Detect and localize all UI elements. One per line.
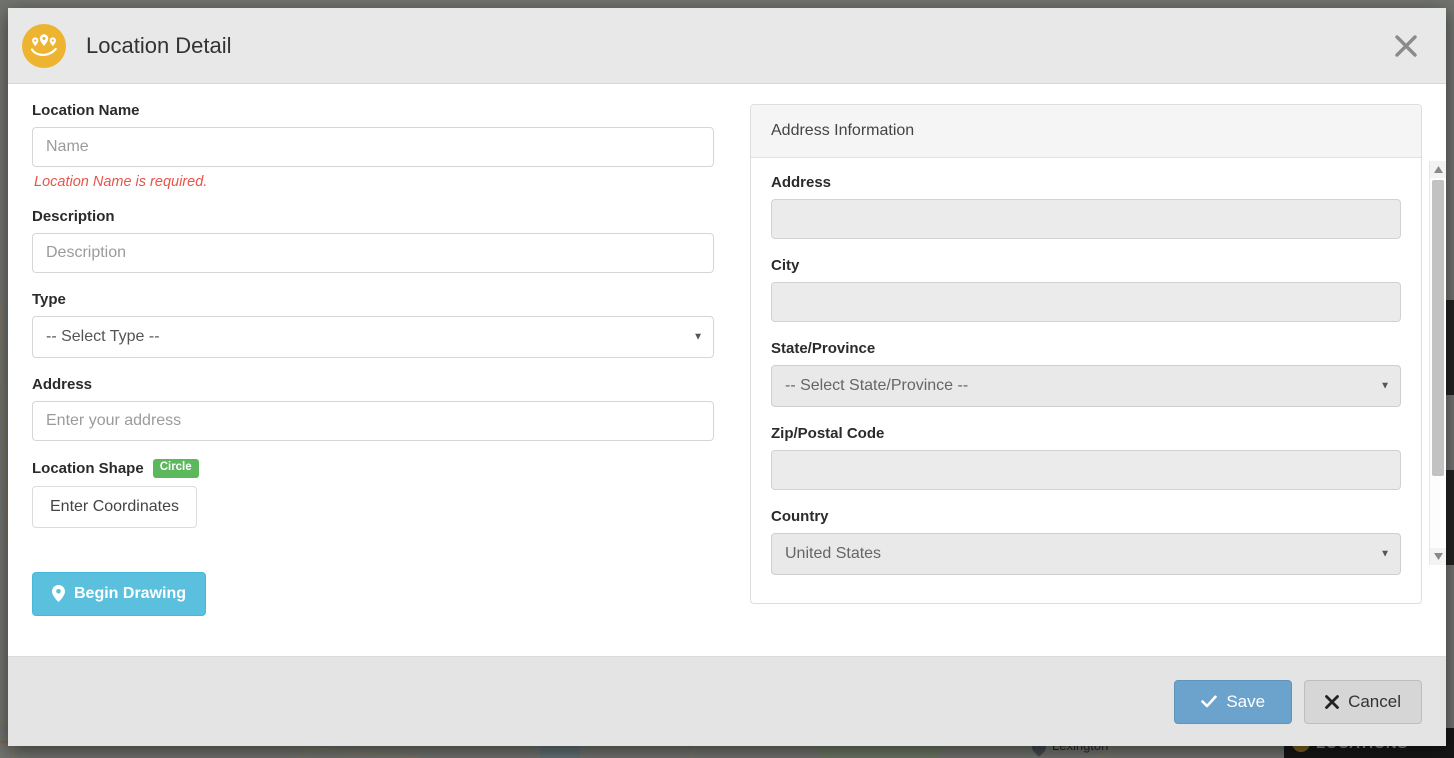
address-panel-body: Address City State/Province -- Select St…: [751, 158, 1421, 603]
times-icon: [1325, 694, 1339, 709]
begin-drawing-label: Begin Drawing: [74, 584, 187, 602]
cancel-button-label: Cancel: [1348, 691, 1401, 711]
description-input[interactable]: [32, 233, 714, 273]
type-label: Type: [32, 291, 66, 308]
panel-state-select-value: -- Select State/Province --: [785, 377, 969, 394]
type-select-wrap: -- Select Type -- ▼: [32, 316, 714, 358]
location-shape-label-text: Location Shape: [32, 459, 144, 477]
panel-country-select-wrap: United States ▼: [771, 533, 1401, 575]
type-select[interactable]: -- Select Type --: [32, 316, 714, 358]
panel-zip-label: Zip/Postal Code: [771, 425, 885, 442]
address-input[interactable]: [32, 401, 714, 441]
map-marker-icon: [52, 585, 65, 602]
description-group: Description: [32, 208, 714, 273]
address-group: Address: [32, 376, 714, 441]
description-label: Description: [32, 208, 115, 225]
panel-address-label: Address: [771, 174, 832, 191]
panel-country-label: Country: [771, 508, 829, 525]
panel-address-input[interactable]: [771, 199, 1401, 239]
location-name-group: Location Name Location Name is required.: [32, 102, 714, 190]
close-icon[interactable]: [1388, 28, 1424, 64]
panel-zip-group: Zip/Postal Code: [771, 425, 1401, 490]
address-label: Address: [32, 376, 93, 393]
enter-coordinates-button[interactable]: Enter Coordinates: [32, 485, 197, 528]
location-detail-modal: Location Detail Location Name Location N…: [8, 8, 1446, 746]
address-information-column: Address Information Address City State/P…: [732, 102, 1422, 656]
scrollbar-thumb[interactable]: [1432, 180, 1444, 476]
triangle-up-icon: [1433, 166, 1443, 173]
panel-address-group: Address: [771, 174, 1401, 239]
panel-city-input[interactable]: [771, 282, 1401, 322]
panel-state-select-wrap: -- Select State/Province -- ▼: [771, 365, 1401, 407]
location-name-input[interactable]: [32, 127, 714, 167]
location-name-label: Location Name: [32, 102, 140, 119]
begin-drawing-button[interactable]: Begin Drawing: [32, 571, 207, 616]
modal-footer: Save Cancel: [8, 656, 1446, 746]
location-form-column: Location Name Location Name is required.…: [32, 102, 732, 656]
address-information-panel: Address Information Address City State/P…: [750, 104, 1422, 604]
save-button-label: Save: [1226, 691, 1266, 711]
locations-pins-logo-icon: [22, 23, 66, 68]
modal-header: Location Detail: [8, 8, 1446, 84]
scrollbar-track[interactable]: [1430, 178, 1446, 548]
triangle-down-icon: [1433, 553, 1443, 560]
panel-zip-input[interactable]: [771, 450, 1401, 490]
modal-scrollbar[interactable]: [1429, 161, 1446, 565]
location-shape-label: Location Shape Circle: [32, 459, 714, 478]
panel-state-group: State/Province -- Select State/Province …: [771, 340, 1401, 407]
scrollbar-down-button[interactable]: [1429, 548, 1446, 565]
page-title: Location Detail: [86, 32, 232, 58]
panel-state-label: State/Province: [771, 340, 876, 357]
location-shape-group: Location Shape Circle Enter Coordinates: [32, 459, 714, 528]
status-badge: Circle: [152, 459, 199, 478]
panel-country-group: Country United States ▼: [771, 508, 1401, 575]
modal-body: Location Name Location Name is required.…: [8, 84, 1446, 656]
scrollbar-up-button[interactable]: [1429, 161, 1446, 178]
cancel-button[interactable]: Cancel: [1304, 679, 1422, 724]
panel-state-select[interactable]: -- Select State/Province --: [771, 365, 1401, 407]
check-icon: [1201, 695, 1218, 708]
type-select-value: -- Select Type --: [46, 328, 160, 345]
panel-city-group: City: [771, 257, 1401, 322]
close-icon-glyph: [1395, 34, 1417, 57]
panel-city-label: City: [771, 257, 800, 274]
panel-country-select-value: United States: [785, 545, 882, 562]
save-button[interactable]: Save: [1174, 679, 1293, 724]
location-name-error: Location Name is required.: [34, 174, 208, 190]
panel-country-select[interactable]: United States: [771, 533, 1401, 575]
type-group: Type -- Select Type -- ▼: [32, 291, 714, 358]
address-panel-header: Address Information: [751, 105, 1421, 158]
